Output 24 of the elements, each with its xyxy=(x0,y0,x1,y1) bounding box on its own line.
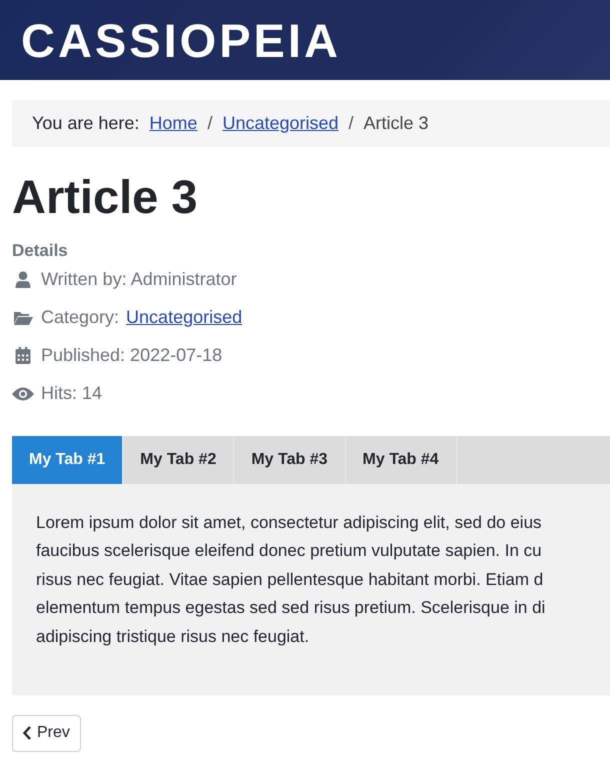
meta-text: Category: xyxy=(41,307,120,328)
meta-text: Hits: 14 xyxy=(41,383,102,404)
breadcrumb-link[interactable]: Home xyxy=(149,113,198,134)
eye-icon xyxy=(12,386,34,401)
breadcrumb-separator: / xyxy=(207,113,212,134)
tab[interactable]: My Tab #1 xyxy=(12,436,124,484)
paragraph-line: elementum tempus egestas sed sed risus pretium. Scelerisque in di xyxy=(36,597,546,620)
article-title: Article 3 xyxy=(12,171,198,223)
breadcrumb-current: Article 3 xyxy=(364,113,429,134)
meta-text: Published: 2022-07-18 xyxy=(41,345,222,366)
paragraph-line: faucibus scelerisque eleifend donec pretium vulputate sapien. In cu xyxy=(36,540,543,562)
category-link[interactable]: Uncategorised xyxy=(126,307,242,328)
folder-icon xyxy=(12,310,34,326)
meta-text: Written by: Administrator xyxy=(41,269,237,290)
site-logo[interactable]: CASSIOPEIA xyxy=(21,16,341,64)
details-heading: Details xyxy=(12,240,69,261)
paragraph-line: adipiscing tristique risus nec feugiat. xyxy=(36,626,310,648)
breadcrumb-label: You are here: xyxy=(32,113,140,134)
prev-button[interactable]: Prev xyxy=(12,714,81,752)
chevron-left-icon xyxy=(23,726,31,740)
paragraph-line: Lorem ipsum dolor sit amet, consectetur adipiscing elit, sed do eius xyxy=(36,512,543,534)
breadcrumb-link[interactable]: Uncategorised xyxy=(222,113,339,134)
paragraph-line: risus nec feugiat. Vitae sapien pellentesque habitant morbi. Etiam d xyxy=(36,568,544,591)
breadcrumb-separator: / xyxy=(348,113,354,134)
